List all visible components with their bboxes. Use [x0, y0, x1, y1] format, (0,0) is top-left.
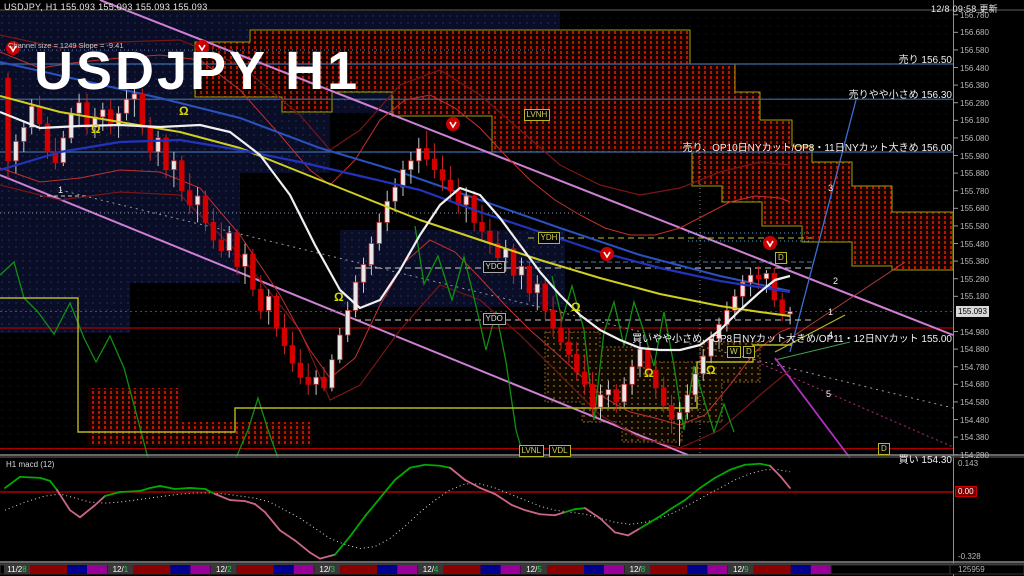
- price-axis-label: 155.180: [960, 292, 989, 302]
- wave-count-1: 1: [58, 185, 64, 195]
- price-axis-label: 154.580: [960, 397, 989, 407]
- price-axis-label: 155.780: [960, 186, 989, 196]
- omega-marker-icon: Ω: [571, 300, 581, 314]
- ohlc-header: USDJPY, H1 155.093 155.093 155.093 155.0…: [4, 2, 208, 12]
- price-axis-label: 155.880: [960, 169, 989, 179]
- trading-chart-window: USDJPY, H1 155.093 155.093 155.093 155.0…: [0, 0, 1024, 576]
- wave-count-1: 1: [828, 307, 834, 317]
- pivot-label-ydc: YDC: [482, 261, 506, 273]
- pivot-label-ydo: YDO: [482, 313, 506, 325]
- pivot-label-d: D: [878, 443, 890, 455]
- wave-count-3: 3: [828, 183, 834, 193]
- time-axis-label[interactable]: 12/8: [625, 565, 649, 574]
- level-label-sell-156.30: 売りやや小さめ 156.30: [848, 90, 952, 102]
- price-axis-label: 155.280: [960, 274, 989, 284]
- price-axis-label: 154.480: [960, 415, 989, 425]
- time-axis-label[interactable]: 12/4: [419, 565, 443, 574]
- price-axis-label: 156.580: [960, 45, 989, 55]
- level-label-sell-156.50: 売り 156.50: [898, 55, 952, 66]
- price-axis-label: 155.980: [960, 151, 989, 161]
- price-axis-label: 154.280: [960, 450, 989, 460]
- corner-value: 125959: [958, 565, 985, 574]
- time-axis-label[interactable]: 12/9: [729, 565, 753, 574]
- price-axis-label: 156.380: [960, 81, 989, 91]
- pivot-label-w: W: [727, 346, 741, 358]
- omega-marker-icon: Ω: [334, 290, 344, 304]
- macd-indicator-label: H1 macd (12): [6, 460, 55, 469]
- pivot-label-ydh: YDH: [537, 232, 561, 244]
- price-axis-label: 155.680: [960, 204, 989, 214]
- level-label-buy-155.00: 買いやや小さめ、OP8日NYカット大きめ/OP11・12日NYカット 155.0…: [632, 334, 952, 345]
- level-label-sell-156.00: 売り、OP10日NYカット/OP8・11日NYカット大きめ 156.00: [682, 143, 953, 154]
- price-axis-label: 156.680: [960, 28, 989, 38]
- time-axis-label[interactable]: 12/1: [108, 565, 132, 574]
- time-axis-label[interactable]: 12/2: [212, 565, 236, 574]
- omega-marker-icon: Ω: [179, 104, 189, 118]
- price-axis-label: 155.580: [960, 221, 989, 231]
- price-axis-label: 156.180: [960, 116, 989, 126]
- price-axis-label: 154.880: [960, 345, 989, 355]
- price-axis-label: 155.380: [960, 257, 989, 267]
- price-axis-label: 156.780: [960, 10, 989, 20]
- omega-marker-icon: Ω: [706, 363, 716, 377]
- omega-marker-icon: Ω: [91, 122, 101, 136]
- current-price-badge: 155.093: [956, 306, 989, 317]
- price-axis-label: 156.480: [960, 63, 989, 73]
- macd-zero-badge: 0.00: [955, 486, 977, 497]
- price-axis-label: 154.780: [960, 362, 989, 372]
- time-axis-label[interactable]: 12/5: [522, 565, 546, 574]
- time-axis-label[interactable]: 12/3: [315, 565, 339, 574]
- price-axis-label: 154.380: [960, 433, 989, 443]
- macd-axis-upper: 0.143: [958, 459, 979, 468]
- price-axis-label: 156.080: [960, 133, 989, 143]
- price-axis-label: 154.980: [960, 327, 989, 337]
- pivot-label-vdl: VDL: [549, 445, 571, 457]
- price-axis-label: 154.680: [960, 380, 989, 390]
- wave-count-2: 2: [833, 276, 839, 286]
- price-axis-label: 155.480: [960, 239, 989, 249]
- pivot-label-lvnl: LVNL: [518, 445, 544, 457]
- omega-marker-icon: Ω: [644, 366, 654, 380]
- wave-count-5: 5: [826, 389, 832, 399]
- pivot-label-d: D: [743, 346, 755, 358]
- channel-info-text: Channel size = 1249 Slope = -9.41: [8, 41, 124, 50]
- price-axis-label: 156.280: [960, 98, 989, 108]
- wave-count-4: 4: [828, 330, 834, 340]
- level-label-buy-154.30: 買い 154.30: [898, 454, 952, 466]
- pivot-label-d: D: [775, 252, 787, 264]
- pivot-label-lvnh: LVNH: [523, 109, 551, 121]
- time-axis-label[interactable]: 11/28: [5, 565, 29, 574]
- macd-axis-lower: -0.328: [958, 552, 981, 561]
